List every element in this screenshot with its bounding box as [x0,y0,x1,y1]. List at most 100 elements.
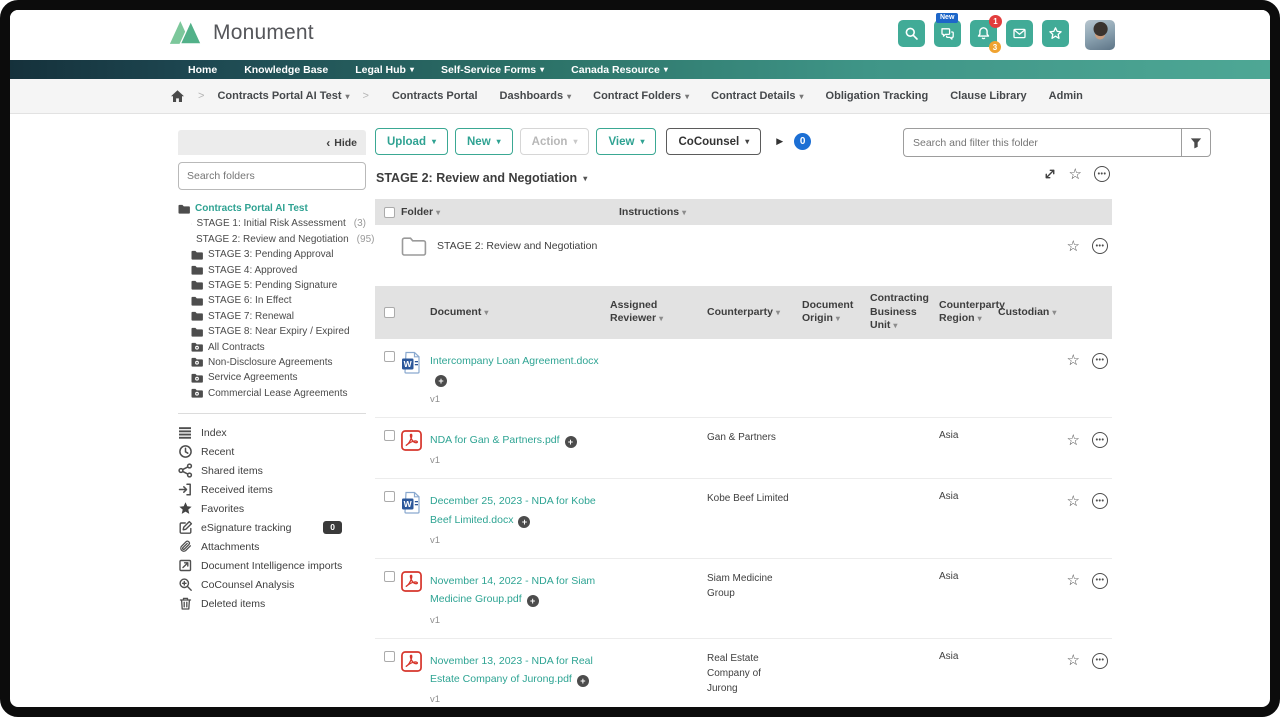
select-all-folders-checkbox[interactable] [384,207,395,218]
menu-contract-folders[interactable]: Contract Folders [593,90,689,102]
view-button[interactable]: View [596,128,656,155]
sidebar-item-recent[interactable]: Recent [178,443,366,461]
nav-knowledge-base[interactable]: Knowledge Base [244,64,328,76]
tree-folder-stage2[interactable]: STAGE 2: Review and Negotiation(95) [191,233,366,246]
new-button[interactable]: New [455,128,513,155]
row-checkbox[interactable] [384,491,395,502]
counterparty-region-column-header[interactable]: Counterparty Region [939,299,1005,325]
document-link[interactable]: November 13, 2023 - NDA for Real Estate … [430,655,593,685]
document-origin-column-header[interactable]: Document Origin [802,299,853,325]
assigned-reviewer-column-header[interactable]: Assigned Reviewer [610,299,663,325]
expand-icon[interactable] [1043,167,1057,181]
folder-title-dropdown[interactable]: STAGE 2: Review and Negotiation [376,171,587,185]
more-options-icon[interactable] [1094,166,1110,182]
row-options-icon[interactable] [1092,573,1108,589]
sidebar-item-doc-intelligence[interactable]: Document Intelligence imports [178,557,366,575]
sidebar-item-attachments[interactable]: Attachments [178,538,366,556]
mail-button[interactable] [1006,20,1033,47]
row-options-icon[interactable] [1092,238,1108,254]
row-checkbox[interactable] [384,571,395,582]
custodian-column-header[interactable]: Custodian [998,306,1056,318]
nav-legal-hub[interactable]: Legal Hub [355,64,414,76]
chat-button[interactable]: New [934,20,961,47]
favorite-row-icon[interactable] [1067,433,1080,448]
sidebar-divider [178,413,366,414]
menu-contract-details[interactable]: Contract Details [711,90,803,102]
document-link[interactable]: NDA for Gan & Partners.pdf [430,434,560,446]
sidebar-item-deleted[interactable]: Deleted items [178,595,366,613]
tree-smart-folder-nda[interactable]: Non-Disclosure Agreements [191,356,366,369]
instructions-column-header[interactable]: Instructions [619,206,686,218]
hide-sidebar-button[interactable]: ‹ Hide [178,130,366,155]
add-icon[interactable] [577,675,589,687]
folder-column-header[interactable]: Folder [401,206,440,218]
menu-dashboards[interactable]: Dashboards [500,90,572,102]
monument-logo[interactable]: Monument [168,18,314,47]
row-options-icon[interactable] [1092,653,1108,669]
expand-queue-icon[interactable]: ▶ [776,136,783,147]
folder-row-label[interactable]: STAGE 2: Review and Negotiation [437,240,597,252]
breadcrumb-separator: > [198,90,204,102]
sidebar-item-favorites[interactable]: Favorites [178,500,366,518]
tree-folder-stage3[interactable]: STAGE 3: Pending Approval [191,248,366,261]
sidebar-item-shared[interactable]: Shared items [178,462,366,480]
counterparty-column-header[interactable]: Counterparty [707,306,780,318]
folder-search-input[interactable] [178,162,366,190]
folder-row[interactable]: STAGE 2: Review and Negotiation [375,225,1112,267]
favorite-row-icon[interactable] [1067,573,1080,588]
filter-button[interactable] [1181,128,1211,157]
notifications-button[interactable]: 1 3 [970,20,997,47]
favorite-row-icon[interactable] [1067,653,1080,668]
contracting-business-unit-column-header[interactable]: Contracting Business Unit [870,292,929,331]
select-all-documents-checkbox[interactable] [384,307,395,318]
search-button[interactable] [898,20,925,47]
row-checkbox[interactable] [384,430,395,441]
row-checkbox[interactable] [384,651,395,662]
tree-folder-stage8[interactable]: STAGE 8: Near Expiry / Expired [191,325,366,338]
filter-search-input[interactable] [903,128,1181,157]
add-icon[interactable] [435,375,447,387]
cocounsel-button[interactable]: CoCounsel [666,128,761,155]
tree-folder-stage5[interactable]: STAGE 5: Pending Signature [191,279,366,292]
nav-canada-resource[interactable]: Canada Resource [571,64,668,76]
sidebar-item-cocounsel-analysis[interactable]: CoCounsel Analysis [178,576,366,594]
menu-admin[interactable]: Admin [1049,90,1083,102]
document-link[interactable]: November 14, 2022 - NDA for Siam Medicin… [430,575,595,605]
row-options-icon[interactable] [1092,353,1108,369]
home-icon[interactable] [170,89,185,103]
favorite-row-icon[interactable] [1067,494,1080,509]
sidebar-item-index[interactable]: Index [178,424,366,442]
tree-smart-folder-all-contracts[interactable]: All Contracts [191,341,366,354]
row-options-icon[interactable] [1092,432,1108,448]
row-checkbox[interactable] [384,351,395,362]
add-icon[interactable] [565,436,577,448]
add-icon[interactable] [518,516,530,528]
breadcrumb-root[interactable]: Contracts Portal AI Test [217,90,349,102]
menu-contracts-portal[interactable]: Contracts Portal [392,90,478,102]
user-avatar[interactable] [1085,20,1115,50]
favorite-row-icon[interactable] [1067,353,1080,368]
menu-clause-library[interactable]: Clause Library [950,90,1026,102]
tree-folder-stage7[interactable]: STAGE 7: Renewal [191,310,366,323]
favorites-button[interactable] [1042,20,1069,47]
document-column-header[interactable]: Document [430,306,488,318]
document-link[interactable]: December 25, 2023 - NDA for Kobe Beef Li… [430,495,596,525]
favorite-folder-icon[interactable] [1069,167,1082,182]
action-button[interactable]: Action [520,128,590,155]
nav-home[interactable]: Home [188,64,217,76]
tree-folder-stage6[interactable]: STAGE 6: In Effect [191,294,366,307]
tree-smart-folder-lease[interactable]: Commercial Lease Agreements [191,387,366,400]
sidebar-item-esignature[interactable]: eSignature tracking0 [178,519,366,537]
tree-folder-stage1[interactable]: STAGE 1: Initial Risk Assessment(3) [191,217,366,230]
menu-obligation-tracking[interactable]: Obligation Tracking [826,90,929,102]
tree-folder-stage4[interactable]: STAGE 4: Approved [191,264,366,277]
tree-root-folder[interactable]: Contracts Portal AI Test [178,202,366,215]
tree-smart-folder-service[interactable]: Service Agreements [191,371,366,384]
sidebar-item-received[interactable]: Received items [178,481,366,499]
favorite-row-icon[interactable] [1067,239,1080,254]
add-icon[interactable] [527,595,539,607]
upload-button[interactable]: Upload [375,128,448,155]
nav-self-service-forms[interactable]: Self-Service Forms [441,64,544,76]
row-options-icon[interactable] [1092,493,1108,509]
document-link[interactable]: Intercompany Loan Agreement.docx [430,355,599,367]
